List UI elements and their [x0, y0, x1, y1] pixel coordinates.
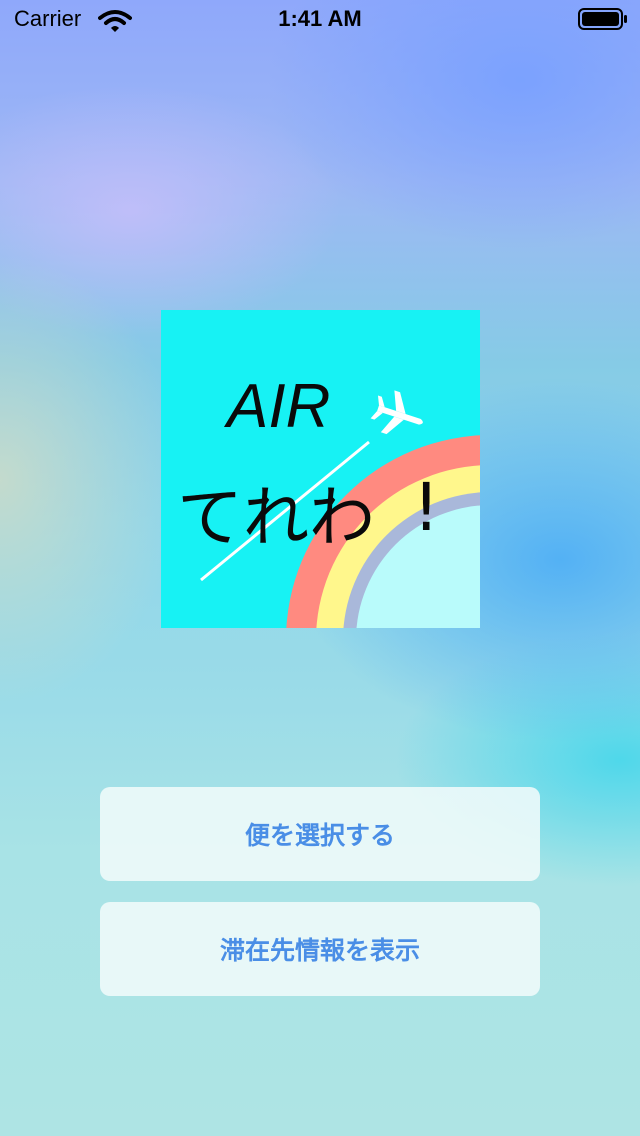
logo-exclamation: !: [413, 469, 439, 546]
select-flight-button[interactable]: 便を選択する: [100, 787, 540, 881]
show-stay-info-button[interactable]: 滞在先情報を表示: [100, 902, 540, 996]
status-time: 1:41 AM: [278, 6, 362, 31]
status-bar: Carrier 1:41 AM: [0, 0, 640, 40]
logo-terewa-text: てれわ: [177, 479, 375, 556]
logo-air-text: AIR: [223, 372, 330, 441]
app-screen: Carrier 1:41 AM AIR てれわ ! 便を選択する 滞在先情報を表…: [0, 0, 640, 1136]
app-logo: AIR てれわ !: [161, 310, 480, 628]
battery-icon: [578, 8, 627, 30]
